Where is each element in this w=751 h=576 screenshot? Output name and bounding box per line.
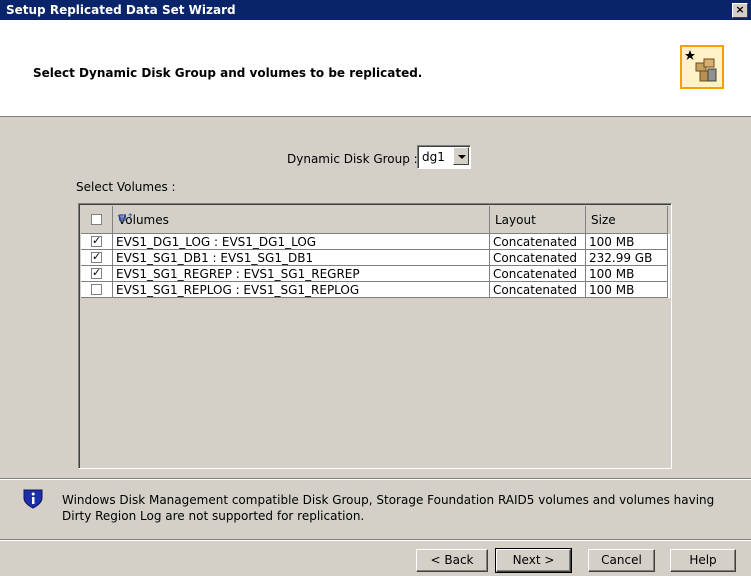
size-cell: 100 MB [586,266,668,282]
title-bar: Setup Replicated Data Set Wizard × [0,0,751,20]
volume-layout: Concatenated [493,283,578,297]
row-checkbox-cell [81,234,113,250]
help-button[interactable]: Help [670,549,736,572]
size-cell: 100 MB [586,234,668,250]
row-checkbox[interactable] [91,284,102,295]
volume-layout: Concatenated [493,251,578,265]
layout-cell: Concatenated [490,266,586,282]
disk-group-label: Dynamic Disk Group : [287,152,418,166]
table-row[interactable]: EVS1_DG1_LOG : EVS1_DG1_LOG Concatenated… [81,234,670,250]
column-header-volumes[interactable]: Volumes ▦↑ [113,206,490,234]
disk-group-select[interactable]: dg1 [417,145,471,169]
divider [0,478,751,480]
row-checkbox[interactable] [91,250,102,263]
close-button[interactable]: × [732,3,748,18]
volume-size: 232.99 GB [589,251,653,265]
replication-wizard-icon [680,45,724,89]
row-checkbox[interactable] [91,234,102,247]
column-picker-icon[interactable]: ▦↑ [118,213,485,223]
column-header-size[interactable]: Size [586,206,668,234]
size-cell: 100 MB [586,282,668,298]
info-message: Windows Disk Management compatible Disk … [62,493,715,523]
row-checkbox-cell [81,266,113,282]
row-checkbox-cell [81,250,113,266]
column-label-size: Size [591,213,616,227]
row-checkbox-cell [81,282,113,298]
divider [0,539,751,541]
cancel-button[interactable]: Cancel [588,549,655,572]
table-row[interactable]: EVS1_SG1_REPLOG : EVS1_SG1_REPLOG Concat… [81,282,670,298]
page-title: Select Dynamic Disk Group and volumes to… [33,66,423,80]
select-all-header [81,206,113,234]
back-button[interactable]: < Back [416,549,488,572]
layout-cell: Concatenated [490,234,586,250]
window-title: Setup Replicated Data Set Wizard [6,3,236,17]
volume-name: EVS1_SG1_DB1 : EVS1_SG1_DB1 [116,251,314,265]
size-cell: 232.99 GB [586,250,668,266]
layout-cell: Concatenated [490,282,586,298]
volume-name: EVS1_DG1_LOG : EVS1_DG1_LOG [116,235,317,249]
volume-cell: EVS1_SG1_REGREP : EVS1_SG1_REGREP [113,266,490,282]
info-shield-icon [22,488,44,513]
column-label-layout: Layout [495,213,536,227]
row-checkbox[interactable] [91,266,102,279]
next-button[interactable]: Next > [495,548,572,573]
volume-name: EVS1_SG1_REGREP : EVS1_SG1_REGREP [116,267,360,281]
table-row[interactable]: EVS1_SG1_DB1 : EVS1_SG1_DB1 Concatenated… [81,250,670,266]
volumes-table: Volumes ▦↑ Layout Size EVS1_DG1_LOG : EV… [78,203,672,469]
volume-name: EVS1_SG1_REPLOG : EVS1_SG1_REPLOG [116,283,360,297]
volume-layout: Concatenated [493,235,578,249]
select-volumes-label: Select Volumes : [76,180,176,194]
volume-cell: EVS1_DG1_LOG : EVS1_DG1_LOG [113,234,490,250]
volume-size: 100 MB [589,235,635,249]
volume-cell: EVS1_SG1_DB1 : EVS1_SG1_DB1 [113,250,490,266]
volume-size: 100 MB [589,267,635,281]
wizard-header: Select Dynamic Disk Group and volumes to… [0,20,751,117]
layout-cell: Concatenated [490,250,586,266]
volume-layout: Concatenated [493,267,578,281]
chevron-down-icon[interactable] [453,147,469,165]
volume-cell: EVS1_SG1_REPLOG : EVS1_SG1_REPLOG [113,282,490,298]
select-all-checkbox[interactable] [91,214,102,225]
column-header-layout[interactable]: Layout [490,206,586,234]
table-row[interactable]: EVS1_SG1_REGREP : EVS1_SG1_REGREP Concat… [81,266,670,282]
volume-size: 100 MB [589,283,635,297]
disk-group-value: dg1 [422,150,445,164]
